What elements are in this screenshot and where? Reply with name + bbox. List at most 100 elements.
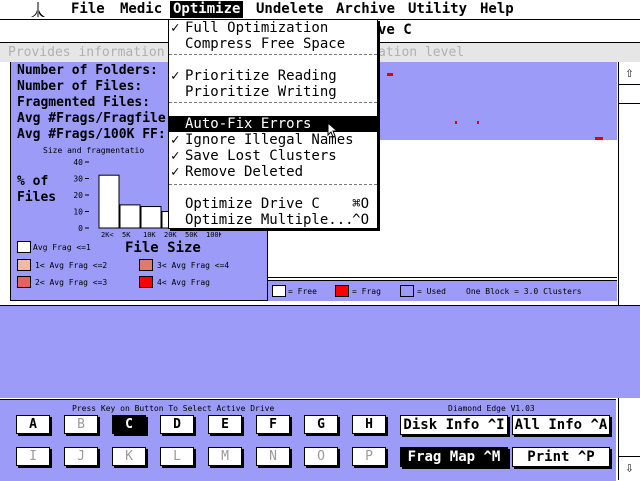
- legend-swatch-1: [17, 241, 31, 253]
- menu-item-compress-free-space[interactable]: Compress Free Space: [169, 36, 377, 52]
- drive-o-button[interactable]: O: [304, 447, 338, 466]
- frag-block: [477, 121, 479, 124]
- arrow-up-icon[interactable]: ⇧: [619, 62, 640, 85]
- checkmark-icon: ✓: [171, 20, 180, 36]
- menu-item-ignore-illegal-names[interactable]: ✓ Ignore Illegal Names: [169, 132, 377, 148]
- drive-h-button[interactable]: H: [352, 415, 386, 434]
- menu-item-label: Prioritize Reading: [185, 68, 337, 84]
- menu-item-optimize-drive-c[interactable]: Optimize Drive C ⌘O: [169, 196, 377, 212]
- menu-item-save-lost-clusters[interactable]: ✓ Save Lost Clusters: [169, 148, 377, 164]
- legend-label-4: 2< Avg Frag <=3: [35, 278, 108, 287]
- menu-item-optimize-multiple[interactable]: Optimize Multiple... ^O: [169, 212, 377, 228]
- drive-b-button[interactable]: B: [64, 415, 98, 434]
- menu-item-auto-fix-errors[interactable]: Auto-Fix Errors: [169, 116, 377, 132]
- y-tick-label: 40: [73, 158, 83, 167]
- menu-item-remove-deleted[interactable]: ✓ Remove Deleted: [169, 164, 377, 180]
- legend-label-3: 3< Avg Frag <=4: [157, 261, 230, 270]
- menu-archive[interactable]: Archive: [333, 1, 398, 18]
- legend-label-5: 4< Avg Frag: [157, 278, 210, 287]
- histogram-ylabel-1: % of: [17, 174, 49, 189]
- scroll-track[interactable]: [619, 104, 640, 456]
- drive-panel: Press Key on Button To Select Active Dri…: [0, 399, 616, 481]
- drive-g-button[interactable]: G: [304, 415, 338, 434]
- all-info-button[interactable]: All Info ^A: [512, 415, 610, 435]
- menu-item-label: Optimize Multiple...: [185, 212, 354, 228]
- checkmark-icon: ✓: [171, 68, 180, 84]
- arrow-down-icon[interactable]: ⇩: [619, 456, 640, 479]
- scroll-thumb[interactable]: [619, 85, 640, 104]
- drive-d-button[interactable]: D: [160, 415, 194, 434]
- histogram-bar: [98, 174, 120, 229]
- files-label: Number of Files:: [17, 79, 143, 94]
- frag-map-button[interactable]: Frag Map ^M: [400, 447, 508, 467]
- menu-help[interactable]: Help: [477, 1, 517, 18]
- drive-i-button[interactable]: I: [16, 447, 50, 466]
- disk-info-button[interactable]: Disk Info ^I: [400, 415, 508, 435]
- menu-utility[interactable]: Utility: [405, 1, 470, 18]
- atari-logo-icon[interactable]: [30, 2, 46, 17]
- drive-j-button[interactable]: J: [64, 447, 98, 466]
- drive-p-button[interactable]: P: [352, 447, 386, 466]
- drive-hint: Press Key on Button To Select Active Dri…: [72, 404, 275, 413]
- optimize-menu: ✓ Full Optimization Compress Free Space ✓ Pr…: [168, 19, 378, 229]
- drive-c-button[interactable]: C: [112, 415, 146, 434]
- checkmark-icon: ✓: [171, 164, 180, 180]
- frag-swatch: [335, 285, 349, 297]
- frag-block: [595, 137, 603, 140]
- checkmark-icon: ✓: [171, 132, 180, 148]
- free-label: = Free: [288, 287, 317, 296]
- drive-k-button[interactable]: K: [112, 447, 146, 466]
- fragmented-label: Fragmented Files:: [17, 95, 151, 110]
- drive-f-button[interactable]: F: [256, 415, 290, 434]
- drive-n-button[interactable]: N: [256, 447, 290, 466]
- menu-item-label: Full Optimization: [185, 20, 329, 36]
- print-button[interactable]: Print ^P: [512, 447, 610, 467]
- menu-item-prioritize-reading[interactable]: ✓ Prioritize Reading: [169, 68, 377, 84]
- menu-separator: [169, 184, 377, 185]
- scrollbar[interactable]: ⇧ ⇩: [618, 62, 640, 480]
- x-tick-label: 10K: [143, 231, 156, 238]
- y-tick-label: 30: [73, 175, 83, 184]
- used-label: = Used: [417, 287, 446, 296]
- drive-l-button[interactable]: L: [160, 447, 194, 466]
- drive-e-button[interactable]: E: [208, 415, 242, 434]
- x-tick-label: 50K: [185, 231, 198, 238]
- window-title: ve C: [378, 22, 412, 38]
- histogram-bar: [140, 206, 162, 229]
- info-text-left: Provides information: [8, 45, 165, 60]
- menu-item-prioritize-writing[interactable]: Prioritize Writing: [169, 84, 377, 100]
- frag-block: [387, 73, 393, 76]
- legend-label-1: Avg Frag <=1: [33, 243, 91, 252]
- x-tick-label: 20K: [164, 231, 177, 238]
- menu-item-label: Auto-Fix Errors: [185, 116, 312, 132]
- drive-a-button[interactable]: A: [16, 415, 50, 434]
- legend-label-2: 1< Avg Frag <=2: [35, 261, 108, 270]
- drive-m-button[interactable]: M: [208, 447, 242, 466]
- menu-item-shortcut: ^O: [352, 212, 369, 228]
- free-swatch: [272, 285, 286, 297]
- menu-bar: File Medic Optimize Undelete Archive Uti…: [0, 0, 640, 20]
- avg-frags-100k-label: Avg #Frags/100K FF:: [17, 127, 166, 142]
- menu-item-label: Remove Deleted: [185, 164, 304, 180]
- x-tick-label: 2K<: [101, 231, 114, 238]
- menu-undelete[interactable]: Undelete: [253, 1, 326, 18]
- block-size-label: One Block = 3.0 Clusters: [466, 287, 582, 296]
- histogram-bar: [119, 204, 141, 229]
- frag-block: [455, 121, 457, 124]
- menu-optimize[interactable]: Optimize: [170, 1, 244, 18]
- checkmark-icon: ✓: [171, 148, 180, 164]
- histogram-xlabel: File Size: [125, 240, 201, 256]
- menu-file[interactable]: File: [68, 1, 108, 18]
- histogram-title: Size and fragmentatio: [43, 146, 145, 155]
- menu-separator: [169, 54, 377, 55]
- y-tick-label: 0: [78, 224, 83, 233]
- legend-swatch-2: [17, 259, 31, 271]
- menu-item-full-optimization[interactable]: ✓ Full Optimization: [169, 20, 377, 36]
- status-panel: [0, 305, 640, 398]
- menu-medic[interactable]: Medic: [117, 1, 165, 18]
- y-tick-label: 20: [73, 191, 83, 200]
- x-tick-label: 5K: [122, 231, 131, 238]
- mouse-cursor-icon: [327, 122, 339, 138]
- frag-label: = Frag: [352, 287, 381, 296]
- menu-item-shortcut: ⌘O: [352, 196, 369, 212]
